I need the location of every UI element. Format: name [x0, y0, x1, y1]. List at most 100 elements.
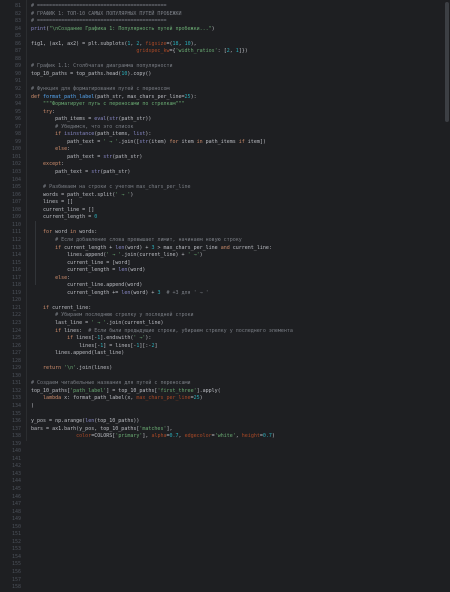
code-token: edgecolor: [185, 433, 212, 439]
line-number: 134: [0, 403, 26, 411]
code-token: 0.7: [263, 433, 272, 439]
code-line: [31, 297, 450, 305]
line-number: 115: [0, 260, 26, 268]
line-number: 153: [0, 546, 26, 554]
code-token: ][:-: [139, 343, 151, 349]
code-editor[interactable]: 8182838485868788899091929394959697989910…: [0, 0, 450, 441]
code-token: word: [55, 229, 70, 235]
line-number: 104: [0, 177, 26, 185]
line-number: 113: [0, 245, 26, 253]
code-token: x: format_path_label(x,: [64, 395, 136, 401]
code-token: :: [67, 146, 70, 152]
code-token: : [: [218, 48, 227, 54]
code-token: gridspec_kw: [136, 48, 169, 54]
code-token: # +3 для ' → ': [166, 290, 208, 296]
line-number: 120: [0, 297, 26, 305]
line-number: 110: [0, 222, 26, 230]
line-number: 102: [0, 161, 26, 169]
line-number: 103: [0, 169, 26, 177]
code-line: ): [31, 403, 450, 411]
scrollbar-thumb[interactable]: [445, 2, 449, 122]
line-number: 127: [0, 350, 26, 358]
vertical-scrollbar[interactable]: [444, 0, 450, 441]
line-number: 128: [0, 358, 26, 366]
line-number: 106: [0, 192, 26, 200]
code-token: lines = []: [31, 199, 73, 205]
code-token: item: [182, 139, 197, 145]
code-token: 'white': [215, 433, 236, 439]
line-number: 91: [0, 78, 26, 86]
line-number: 108: [0, 207, 26, 215]
code-token: :: [61, 161, 64, 167]
line-number: 144: [0, 478, 26, 486]
line-number: 85: [0, 33, 26, 41]
code-token: format_path_label: [43, 94, 94, 100]
line-number-gutter: 8182838485868788899091929394959697989910…: [0, 0, 27, 441]
code-line: path_items = eval(str(path_str)): [31, 116, 450, 124]
code-token: [31, 146, 55, 152]
code-token: [31, 48, 136, 54]
code-token: if: [55, 131, 64, 137]
code-token: > max_chars_per_line: [154, 245, 220, 251]
code-token: fig1, (ax1, ax2) = plt.subplots(: [31, 41, 127, 47]
code-line: else:: [31, 146, 450, 154]
code-line: """Форматирует путь с переносами по стре…: [31, 101, 450, 109]
code-token: (item): [148, 139, 169, 145]
code-token: (path_items,: [94, 131, 133, 137]
code-token: current_line:: [233, 245, 272, 251]
line-number: 83: [0, 18, 26, 26]
code-token: (word) +: [130, 290, 157, 296]
code-token: item]): [248, 139, 266, 145]
code-token: len: [118, 267, 127, 273]
code-line: except:: [31, 161, 450, 169]
code-token: color: [76, 433, 91, 439]
code-token: # ======================================…: [31, 3, 166, 9]
line-number: 116: [0, 267, 26, 275]
line-number: 133: [0, 395, 26, 403]
code-token: except: [43, 161, 61, 167]
code-token: ):: [145, 335, 151, 341]
code-line: path_text = str(path_str): [31, 154, 450, 162]
line-number: 151: [0, 531, 26, 539]
line-number: 147: [0, 501, 26, 509]
code-token: current_length =: [31, 214, 94, 220]
code-line: gridspec_kw={'width_ratios': [2, 1]}): [31, 48, 450, 56]
line-number: 126: [0, 343, 26, 351]
code-token: else: [55, 275, 67, 281]
line-number: 96: [0, 116, 26, 124]
code-token: .join([: [118, 139, 139, 145]
code-token: and: [221, 245, 233, 251]
line-number: 117: [0, 275, 26, 283]
line-number: 145: [0, 486, 26, 494]
code-line: path_text = str(path_str): [31, 169, 450, 177]
line-number: 105: [0, 184, 26, 192]
code-line: lines[-1] = lines[-1][:-2]: [31, 343, 450, 351]
code-token: current_length +: [64, 245, 115, 251]
code-token: alpha: [151, 433, 166, 439]
line-number: 129: [0, 365, 26, 373]
code-token: ].apply(: [197, 388, 221, 394]
code-token: ): [272, 433, 275, 439]
line-number: 150: [0, 524, 26, 532]
code-token: ],: [166, 426, 172, 432]
code-token: .join(current_line): [106, 320, 163, 326]
code-token: ].endswith(: [100, 335, 133, 341]
code-token: if: [239, 139, 248, 145]
code-token: '\n': [64, 365, 76, 371]
code-line: color=COLORS['primary'], alpha=0.7, edge…: [31, 433, 450, 441]
line-number: 143: [0, 471, 26, 479]
code-token: for: [170, 139, 182, 145]
code-token: in: [70, 229, 79, 235]
line-number: 92: [0, 86, 26, 94]
code-token: (path_str): [112, 154, 142, 160]
code-token: return: [43, 365, 64, 371]
code-token: "\nСоздание Графика 1: Популярность путе…: [49, 26, 212, 32]
code-line: # Создаем читабельные названия для путей…: [31, 380, 450, 388]
code-token: top_10_paths[: [31, 388, 70, 394]
code-token: str: [91, 169, 100, 175]
code-token: [31, 312, 55, 318]
code-token: """Форматирует путь с переносами по стре…: [43, 101, 184, 107]
code-token: ' → ': [106, 252, 121, 258]
code-area[interactable]: # ======================================…: [27, 0, 450, 441]
code-token: ] = lines[-: [103, 343, 136, 349]
